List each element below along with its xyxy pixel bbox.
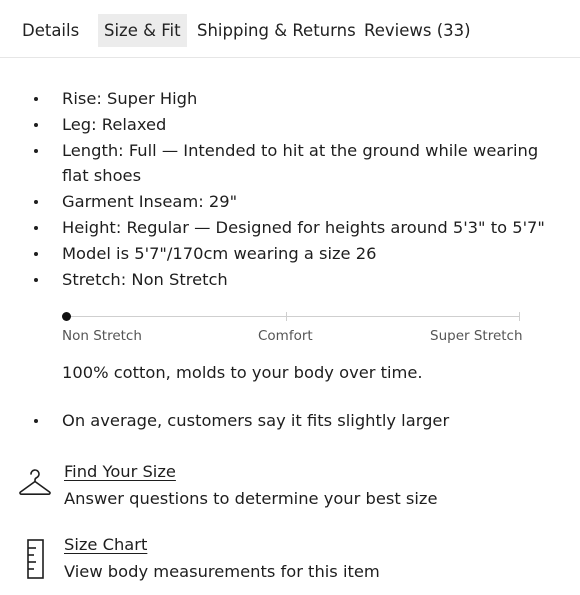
fit-details-list: Rise: Super High Leg: Relaxed Length: Fu… — [0, 86, 580, 292]
detail-stretch: Stretch: Non Stretch — [0, 267, 580, 293]
size-chart-link[interactable]: Size Chart — [64, 535, 147, 554]
customer-fit-note: On average, customers say it fits slight… — [0, 408, 580, 434]
detail-inseam: Garment Inseam: 29" — [0, 189, 580, 215]
find-your-size: Find Your Size Answer questions to deter… — [0, 462, 580, 522]
stretch-tick-comfort — [286, 312, 287, 321]
stretch-label-non: Non Stretch — [62, 328, 142, 344]
tab-reviews[interactable]: Reviews (33) — [358, 14, 477, 47]
tab-bar: Details Size & Fit Shipping & Returns Re… — [0, 0, 580, 58]
size-chart-description: View body measurements for this item — [64, 562, 380, 581]
stretch-tick-super — [519, 312, 520, 321]
stretch-label-super: Super Stretch — [430, 328, 523, 344]
detail-height: Height: Regular — Designed for heights a… — [0, 215, 580, 241]
customer-fit-list: On average, customers say it fits slight… — [0, 408, 580, 434]
tab-details[interactable]: Details — [16, 14, 85, 47]
stretch-track — [66, 316, 520, 317]
find-your-size-link[interactable]: Find Your Size — [64, 462, 176, 481]
detail-rise: Rise: Super High — [0, 86, 580, 112]
detail-leg: Leg: Relaxed — [0, 112, 580, 138]
detail-model: Model is 5'7"/170cm wearing a size 26 — [0, 241, 580, 267]
size-chart: Size Chart View body measurements for th… — [0, 535, 580, 595]
tab-size-fit[interactable]: Size & Fit — [98, 14, 187, 47]
stretch-indicator — [62, 312, 71, 321]
ruler-icon — [26, 539, 46, 583]
tab-shipping-returns[interactable]: Shipping & Returns — [191, 14, 362, 47]
stretch-scale: Non Stretch Comfort Super Stretch — [62, 310, 523, 350]
stretch-label-comfort: Comfort — [258, 328, 313, 344]
detail-length: Length: Full — Intended to hit at the gr… — [0, 138, 580, 190]
fabric-note: 100% cotton, molds to your body over tim… — [62, 363, 423, 382]
find-your-size-description: Answer questions to determine your best … — [64, 489, 438, 508]
hanger-icon — [18, 468, 52, 502]
